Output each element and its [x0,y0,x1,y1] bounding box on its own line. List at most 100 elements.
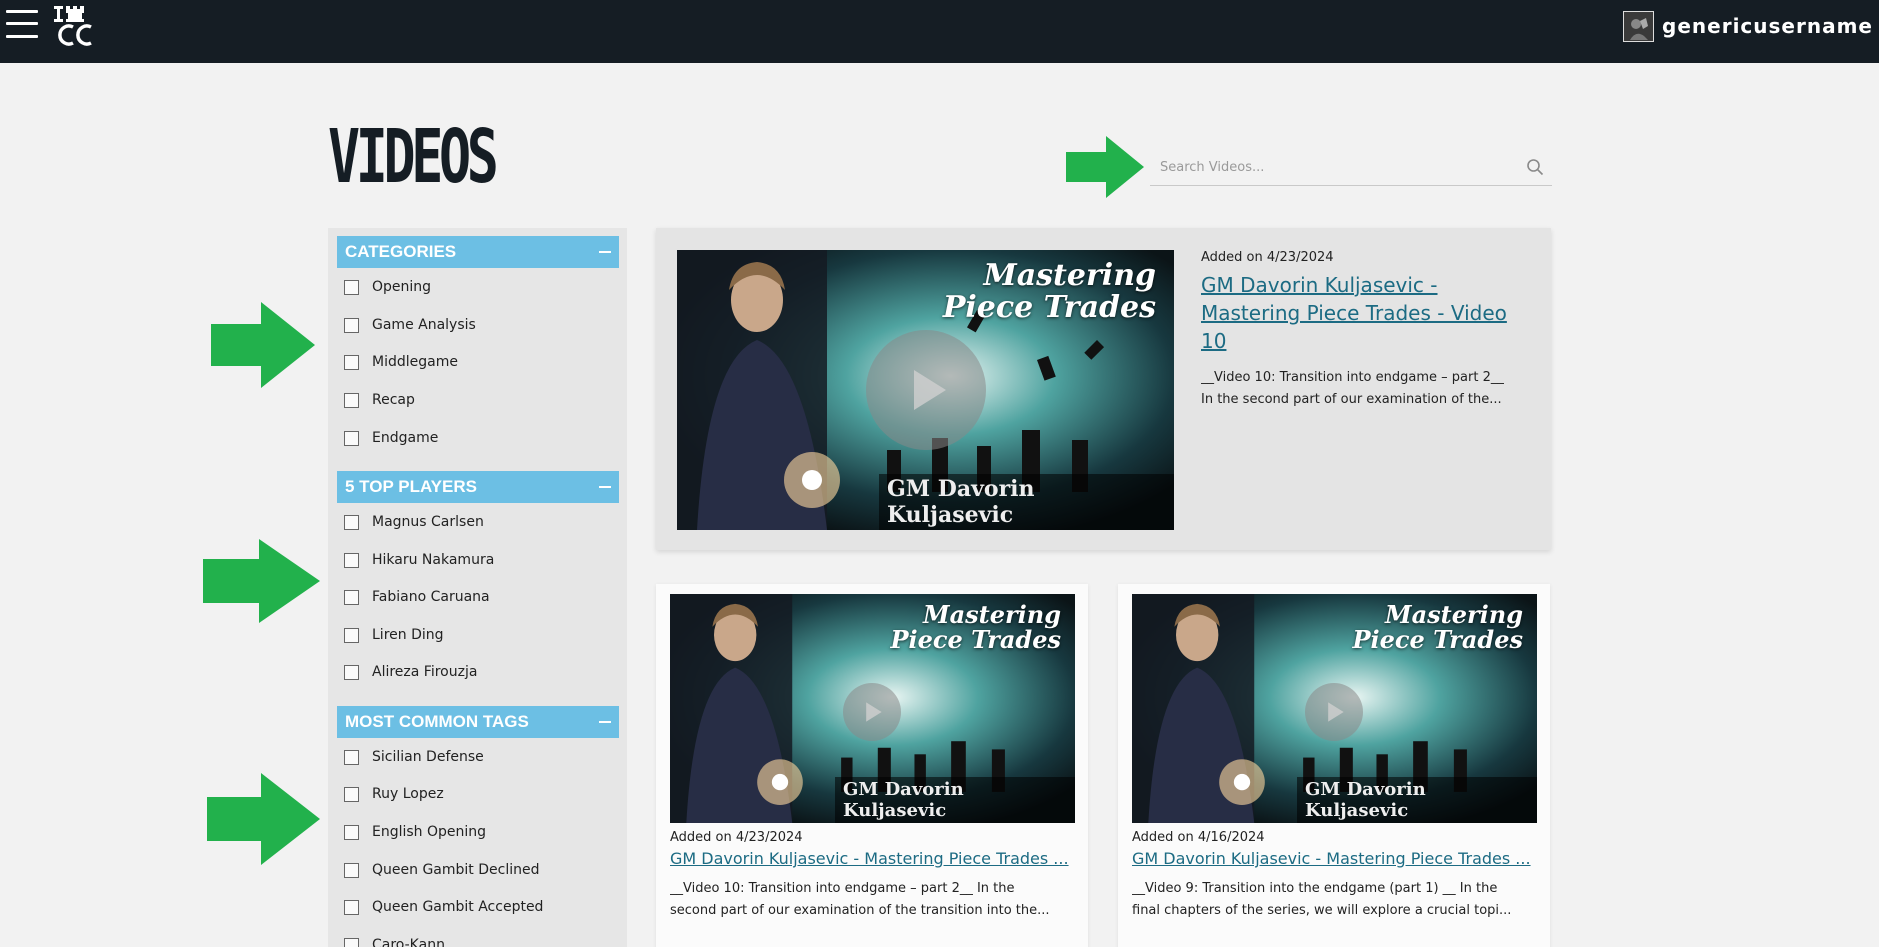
checkbox[interactable] [344,317,359,333]
filter-label: Hikaru Nakamura [372,552,495,568]
checkbox[interactable] [344,514,359,530]
search-input[interactable] [1150,151,1510,183]
checkbox[interactable] [344,392,359,408]
filter-option[interactable]: Recap [344,389,415,411]
thumbnail-headline: Mastering Piece Trades [890,600,1061,655]
video-title-link[interactable]: GM Davorin Kuljasevic - Mastering Piece … [1132,849,1537,868]
collapse-icon[interactable] [599,721,611,723]
filter-label: English Opening [372,824,487,840]
section-header-categories[interactable]: CATEGORIES [337,236,619,268]
filter-label: Queen Gambit Accepted [372,899,544,915]
video-thumbnail[interactable]: Mastering Piece Trades GM Davorin Kuljas… [1132,594,1537,823]
filter-label: Magnus Carlsen [372,514,484,530]
video-thumbnail[interactable]: Mastering Piece Trades GM Davorin Kuljas… [670,594,1075,823]
description-line: __Video 9: Transition into the endgame (… [1132,881,1498,896]
checkbox[interactable] [344,354,359,370]
checkbox[interactable] [344,862,359,878]
filter-label: Liren Ding [372,627,444,643]
checkbox[interactable] [344,749,359,765]
video-title-link[interactable]: GM Davorin Kuljasevic - Mastering Piece … [1201,271,1531,355]
video-thumbnail[interactable]: Mastering Piece Trades GM Davorin Kuljas… [677,250,1174,530]
thumbnail-line: Piece Trades [890,625,1061,655]
search-icon[interactable] [1526,158,1544,176]
video-meta: Added on 4/23/2024 GM Davorin Kuljasevic… [670,830,1075,922]
filter-option[interactable]: Fabiano Caruana [344,586,490,608]
filter-option[interactable]: Middlegame [344,351,458,373]
filter-option[interactable]: Queen Gambit Accepted [344,896,543,918]
filter-sidebar: CATEGORIES Opening Game Analysis Middleg… [328,228,627,947]
filter-option[interactable]: Endgame [344,427,438,449]
avatar-icon[interactable] [1623,10,1655,42]
checkbox[interactable] [344,279,359,295]
checkbox[interactable] [344,430,359,446]
description-line: In the second part of our examination of… [1201,392,1502,407]
description-line: __Video 10: Transition into endgame – pa… [1201,370,1504,385]
top-navigation-bar: genericusername [0,0,1879,63]
menu-icon[interactable] [6,8,39,42]
checkbox[interactable] [344,899,359,915]
filter-label: Ruy Lopez [372,786,444,802]
checkbox[interactable] [344,552,359,568]
video-card: Mastering Piece Trades GM Davorin Kuljas… [656,584,1088,947]
video-description: __Video 10: Transition into endgame – pa… [670,878,1075,922]
description-line: second part of our examination of the tr… [670,903,1050,918]
play-icon[interactable] [1305,683,1363,741]
thumbnail-line: Mastering [983,258,1156,293]
username-label[interactable]: genericusername [1662,14,1873,38]
featured-video-card: Mastering Piece Trades GM Davorin Kuljas… [656,228,1551,550]
play-icon[interactable] [843,683,901,741]
collapse-icon[interactable] [599,251,611,253]
filter-label: Queen Gambit Declined [372,862,540,878]
checkbox[interactable] [344,664,359,680]
section-header-top-players[interactable]: 5 TOP PLAYERS [337,471,619,503]
filter-option[interactable]: English Opening [344,821,486,843]
checkbox[interactable] [344,627,359,643]
filter-option[interactable]: Caro-Kann [344,934,445,947]
thumbnail-line: Mastering [1385,600,1523,629]
filter-option[interactable]: Liren Ding [344,624,444,646]
description-line: final chapters of the series, we will ex… [1132,903,1512,918]
thumbnail-line: Mastering [923,600,1061,629]
filter-option[interactable]: Queen Gambit Declined [344,859,539,881]
collapse-icon[interactable] [599,486,611,488]
arrow-icon [203,539,320,623]
filter-option[interactable]: Magnus Carlsen [344,511,484,533]
filter-label: Fabiano Caruana [372,589,490,605]
thumbnail-headline: Mastering Piece Trades [1352,600,1523,655]
filter-option[interactable]: Alireza Firouzja [344,661,477,683]
filter-option[interactable]: Sicilian Defense [344,746,484,768]
checkbox[interactable] [344,937,359,947]
filter-label: Caro-Kann [372,937,445,947]
filter-label: Middlegame [372,354,458,370]
thumbnail-author: GM Davorin Kuljasevic [835,777,1075,823]
arrow-icon [207,773,320,865]
thumbnail-author: GM Davorin Kuljasevic [1297,777,1537,823]
video-meta: Added on 4/16/2024 GM Davorin Kuljasevic… [1132,830,1537,922]
arrow-icon [211,302,315,388]
filter-option[interactable]: Hikaru Nakamura [344,549,494,571]
thumbnail-headline: Mastering Piece Trades [943,260,1156,323]
section-header-tags[interactable]: MOST COMMON TAGS [337,706,619,738]
section-title: 5 TOP PLAYERS [345,477,477,496]
filter-label: Endgame [372,430,439,446]
filter-option[interactable]: Ruy Lopez [344,783,444,805]
section-title: MOST COMMON TAGS [345,712,529,731]
filter-label: Game Analysis [372,317,476,333]
date-added: Added on 4/16/2024 [1132,830,1265,845]
thumbnail-line: Piece Trades [1352,625,1523,655]
checkbox[interactable] [344,786,359,802]
checkbox[interactable] [344,824,359,840]
checkbox[interactable] [344,589,359,605]
logo-icon[interactable] [52,3,96,47]
play-icon[interactable] [866,330,986,450]
video-description: __Video 10: Transition into endgame – pa… [1201,367,1531,411]
page-title: VIDEOS [328,114,499,200]
filter-option[interactable]: Opening [344,276,431,298]
thumbnail-line: Piece Trades [942,289,1156,325]
user-menu[interactable]: genericusername [1623,10,1873,42]
filter-label: Opening [372,279,432,295]
filter-label: Recap [372,392,415,408]
filter-option[interactable]: Game Analysis [344,314,476,336]
arrow-icon [1066,136,1144,198]
video-title-link[interactable]: GM Davorin Kuljasevic - Mastering Piece … [670,849,1075,868]
